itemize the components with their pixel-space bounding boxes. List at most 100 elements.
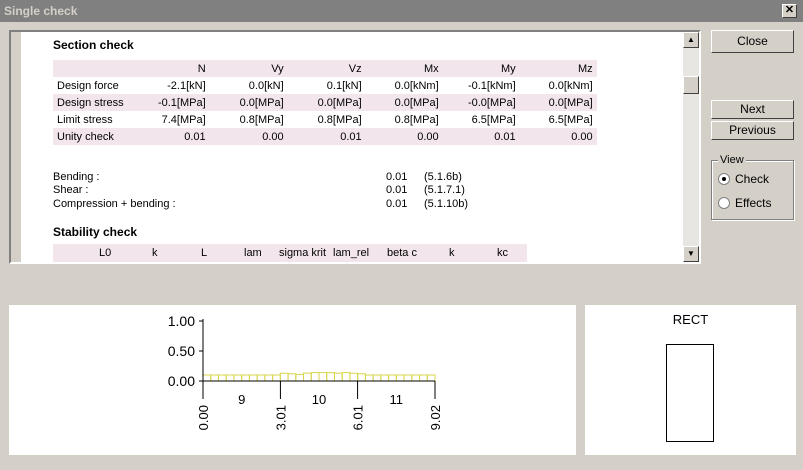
table-cell: 0.00: [209, 128, 288, 145]
header-cell: Vy: [209, 60, 288, 77]
view-groupbox: [711, 160, 794, 220]
title-bar: Single check ✕: [0, 0, 803, 22]
bending-ref: (5.1.6b): [424, 171, 462, 183]
scroll-up-icon[interactable]: ▲: [683, 32, 699, 48]
table-cell: 0.00: [365, 128, 443, 145]
table-cell: 0.0[kN]: [248, 79, 284, 92]
chart-bar: [233, 374, 243, 382]
view-check-label[interactable]: Check: [735, 172, 769, 186]
chart-y-tick-label: 0.50: [168, 343, 195, 359]
unity-check-chart: 1.00 0.50 0.00 0.00 3.01 6.01 9.02 9 10 11: [168, 313, 443, 430]
chart-bar: [272, 374, 281, 382]
compression-bending-ref: (5.1.10b): [424, 198, 469, 210]
chart-bar: [318, 372, 328, 382]
window-close-icon[interactable]: ✕: [782, 4, 797, 18]
previous-button[interactable]: Previous: [711, 121, 794, 140]
stability-check-title: Stability check: [53, 225, 138, 239]
table-cell: 0.01: [127, 128, 210, 145]
chart-bar: [256, 374, 266, 382]
table-cell: 0.1[kN]: [326, 79, 362, 92]
table-cell: -0.1[kNm]: [467, 79, 516, 92]
table-cell: 6.5[MPa]: [471, 113, 516, 126]
table-cell: 0.01: [287, 128, 366, 145]
chart-x-tick-label: 0.00: [196, 405, 211, 430]
chart-segment-label: 11: [390, 392, 404, 407]
chart-bar: [264, 374, 274, 382]
chart-segment-label: 10: [312, 392, 326, 407]
table-cell: 0.0[kNm]: [394, 79, 439, 92]
chart-bar: [225, 374, 235, 382]
report-vertical-scrollbar[interactable]: ▲ ▼: [683, 32, 699, 262]
chart-bar: [310, 372, 320, 382]
table-row: Limit stress 7.4[MPa] 0.8[MPa] 0.8[MPa] …: [53, 111, 597, 128]
header-cell: My: [442, 60, 520, 77]
unity-chart-panel: 1.00 0.50 0.00 0.00 3.01 6.01 9.02 9 10 11: [9, 305, 576, 455]
chart-bar: [287, 373, 297, 382]
view-check-radio[interactable]: [718, 173, 730, 185]
compression-bending-label: Compression + bending :: [53, 198, 176, 210]
chart-bar: [341, 372, 351, 382]
stability-header-cell: k: [152, 247, 158, 259]
scroll-thumb[interactable]: [683, 76, 699, 94]
table-cell: -2.1[kN]: [167, 79, 206, 92]
stability-header-cell: kc: [497, 247, 508, 259]
table-cell: 0.0[MPa]: [209, 94, 288, 111]
header-cell: Mx: [365, 60, 443, 77]
stability-header-cell: k: [449, 247, 455, 259]
bending-label: Bending :: [53, 171, 100, 183]
table-cell: 0.8[MPa]: [394, 113, 439, 126]
shear-ref: (5.1.7.1): [424, 184, 465, 196]
chart-y-tick-label: 0.00: [168, 373, 195, 389]
shear-label: Shear :: [53, 184, 89, 196]
chart-bar: [295, 373, 305, 382]
header-cell: N: [127, 60, 210, 77]
chart-bar: [426, 374, 436, 382]
table-cell: 6.5[MPa]: [548, 113, 593, 126]
chart-bar: [202, 374, 212, 382]
bending-value: 0.01: [386, 171, 408, 183]
chart-bar: [349, 372, 359, 382]
table-cell: 7.4[MPa]: [161, 113, 206, 126]
report-panel: Section check N Vy Vz Mx My Mz Design fo…: [9, 30, 701, 264]
stability-header-cell: sigma krit: [279, 247, 327, 259]
chart-bar: [357, 373, 366, 382]
report-left-margin: [11, 32, 21, 262]
table-cell: -0.0[MPa]: [442, 94, 520, 111]
view-group-label: View: [718, 154, 746, 166]
table-cell: 0.0[kNm]: [548, 79, 593, 92]
chart-bar: [333, 372, 343, 382]
window-title: Single check: [4, 4, 78, 18]
chart-bar: [388, 374, 397, 382]
view-effects-label[interactable]: Effects: [735, 196, 771, 210]
header-cell: Mz: [519, 60, 597, 77]
table-cell: 0.0[MPa]: [287, 94, 366, 111]
chart-bar: [326, 372, 335, 382]
chart-bar: [419, 374, 428, 382]
chart-bar: [411, 374, 421, 382]
row-label: Unity check: [53, 128, 128, 145]
table-row: Unity check 0.01 0.00 0.01 0.00 0.01 0.0…: [53, 128, 597, 145]
table-cell: 0.0[MPa]: [519, 94, 597, 111]
chart-y-tick-label: 1.00: [168, 313, 195, 329]
section-header-row: N Vy Vz Mx My Mz: [53, 60, 597, 77]
chart-bar: [303, 372, 312, 382]
chart-bar: [364, 374, 374, 382]
table-cell: 0.8[MPa]: [239, 113, 284, 126]
chart-bar: [241, 374, 250, 382]
compression-bending-value: 0.01: [386, 198, 408, 210]
chart-bar: [217, 374, 227, 382]
stability-header-cell: L0: [99, 247, 112, 259]
chart-x-tick-label: 6.01: [351, 405, 366, 430]
chart-x-tick-label: 9.02: [428, 405, 443, 430]
chart-segment-label: 9: [238, 392, 245, 407]
chart-bar: [403, 374, 413, 382]
scroll-down-icon[interactable]: ▼: [683, 246, 699, 262]
chart-bar: [380, 374, 390, 382]
section-check-title: Section check: [53, 38, 134, 52]
chart-bar: [248, 374, 258, 382]
view-effects-radio[interactable]: [718, 197, 730, 209]
close-button[interactable]: Close: [711, 30, 794, 53]
stability-header-cell: beta c: [387, 247, 417, 259]
next-button[interactable]: Next: [711, 100, 794, 119]
stability-header-cell: lam_rel: [333, 247, 370, 259]
